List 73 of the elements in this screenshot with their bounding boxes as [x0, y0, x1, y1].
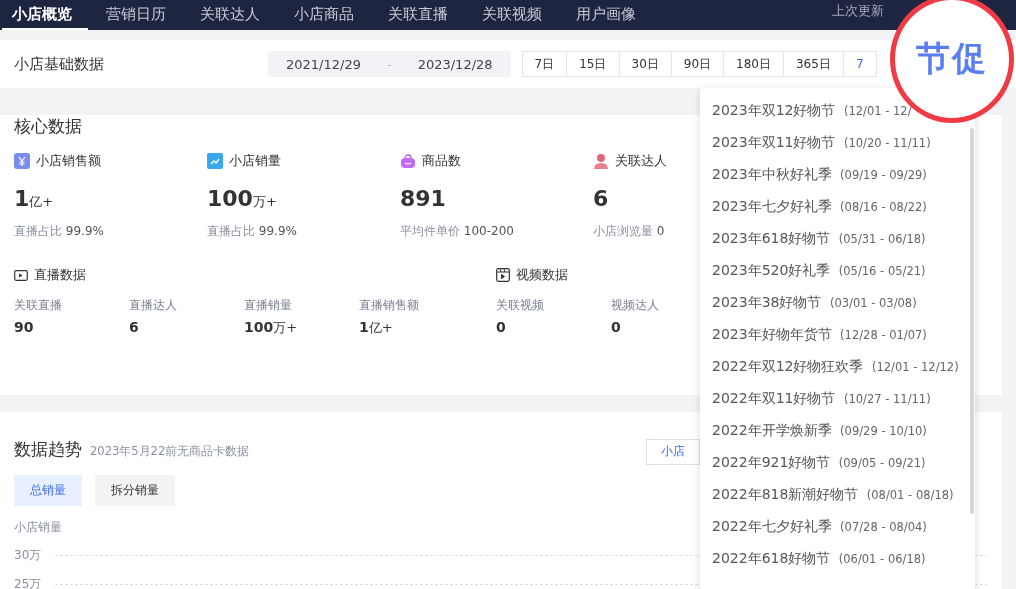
- range-button[interactable]: 7日: [521, 51, 568, 77]
- metric-label: 小店销售额: [36, 152, 101, 170]
- range-button[interactable]: 90日: [670, 51, 725, 77]
- stat-label: 视频达人: [611, 298, 659, 313]
- range-button[interactable]: 7: [842, 51, 877, 77]
- update-note: 上次更新: [832, 2, 884, 20]
- video-camera-icon: [14, 268, 28, 282]
- promotion-option[interactable]: 2023年双11好物节 (10/20 - 11/11): [700, 126, 931, 158]
- yen-icon: [14, 153, 30, 169]
- stat-value: 100万+: [244, 319, 298, 337]
- metric-label: 关联达人: [615, 152, 667, 170]
- promotion-option[interactable]: 2023年618好物节 (05/31 - 06/18): [700, 222, 926, 254]
- metric-subtext: 小店浏览量 0: [593, 223, 665, 240]
- axis-title: 小店销量: [14, 519, 62, 535]
- chart-icon: [207, 153, 223, 169]
- promotion-option[interactable]: 2022年双12好物狂欢季 (12/01 - 12/12): [700, 350, 959, 382]
- stat-label: 直播达人: [129, 298, 177, 313]
- section-title: 小店基础数据: [14, 54, 105, 74]
- range-button[interactable]: 30日: [618, 51, 672, 77]
- metric-label: 商品数: [422, 152, 461, 170]
- bag-icon: [400, 153, 416, 169]
- promotion-option[interactable]: 2022年618好物节 (06/01 - 06/18): [700, 542, 926, 574]
- promotion-option[interactable]: 2023年38好物节 (03/01 - 03/08): [700, 286, 917, 318]
- nav-tab[interactable]: 关联达人: [190, 0, 276, 30]
- nav-tab[interactable]: 用户画像: [566, 0, 652, 30]
- metric-subtext: 直播占比 99.9%: [207, 223, 297, 240]
- promotion-option[interactable]: 2023年好物年货节 (12/28 - 01/07): [700, 318, 927, 350]
- range-button[interactable]: 15日: [566, 51, 620, 77]
- section-title: 数据趋势: [14, 438, 82, 461]
- stat-value: 6: [129, 319, 139, 335]
- axis-tick-label: 30万: [14, 546, 42, 564]
- stat-label: 关联直播: [14, 298, 62, 313]
- nav-tab[interactable]: 关联视频: [472, 0, 558, 30]
- nav-tab[interactable]: 关联直播: [378, 0, 464, 30]
- stat-label: 直播销售额: [359, 298, 419, 313]
- promotion-option[interactable]: 2022年七夕好礼季 (07/28 - 08/04): [700, 510, 927, 542]
- metric-value: 1亿+: [14, 186, 54, 211]
- stat-label: 关联视频: [496, 298, 544, 313]
- section-title: 核心数据: [14, 115, 82, 138]
- metric-subtext: 平均件单价 100-200: [400, 223, 514, 240]
- nav-tab[interactable]: 营销日历: [96, 0, 182, 30]
- stat-value: 1亿+: [359, 319, 393, 337]
- trend-note: 2023年5月22前无商品卡数据: [90, 444, 250, 459]
- stat-value: 0: [496, 319, 506, 335]
- metric-subtext: 直播占比 99.9%: [14, 223, 104, 240]
- metric-value: 100万+: [207, 186, 277, 211]
- toggle-button[interactable]: 拆分销量: [95, 474, 175, 506]
- stat-value: 90: [14, 319, 34, 335]
- metric-select[interactable]: 小店: [646, 438, 700, 465]
- promotion-option[interactable]: 2022年双11好物节 (10/27 - 11/11): [700, 382, 931, 414]
- annotation-text: 节促: [916, 37, 988, 80]
- metric-value: 6: [593, 186, 609, 211]
- toggle-button[interactable]: 总销量: [14, 474, 82, 506]
- date-range-field[interactable]: 2021/12/29 - 2023/12/28: [268, 51, 511, 77]
- promotion-option[interactable]: 2022年开学焕新季 (09/29 - 10/10): [700, 414, 927, 446]
- nav-tab[interactable]: 小店概览: [2, 0, 88, 30]
- promotion-option[interactable]: 2023年七夕好礼季 (08/16 - 08/22): [700, 190, 927, 222]
- stat-label: 直播销量: [244, 298, 292, 313]
- promotion-option[interactable]: 2022年818新潮好物节 (08/01 - 08/18): [700, 478, 954, 510]
- film-icon: [496, 268, 510, 282]
- nav-tab[interactable]: 小店商品: [284, 0, 370, 30]
- range-button[interactable]: 180日: [723, 51, 784, 77]
- metric-label: 小店销量: [229, 152, 281, 170]
- axis-tick-label: 25万: [14, 575, 42, 589]
- promotion-option[interactable]: 2023年中秋好礼季 (09/19 - 09/29): [700, 158, 927, 190]
- group-title: 直播数据: [34, 266, 86, 284]
- promotion-option[interactable]: 2022年921好物节 (09/05 - 09/21): [700, 446, 926, 478]
- range-button[interactable]: 365日: [782, 51, 844, 77]
- person-icon: [593, 153, 609, 169]
- stat-value: 0: [611, 319, 621, 335]
- metric-value: 891: [400, 186, 446, 211]
- promotion-option[interactable]: 2023年520好礼季 (05/16 - 05/21): [700, 254, 926, 286]
- group-title: 视频数据: [516, 266, 568, 284]
